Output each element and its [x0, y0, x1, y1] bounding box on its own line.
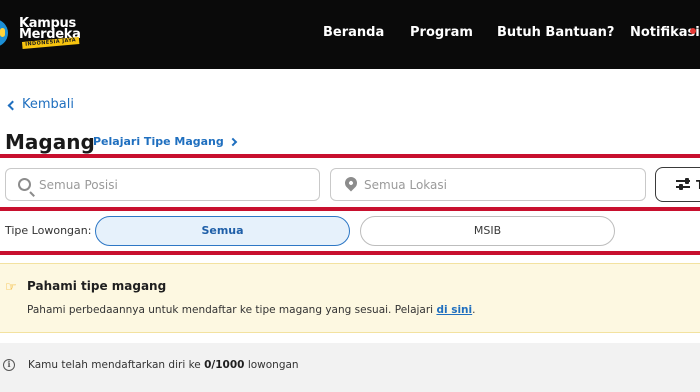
info-text: Pahami perbedaannya untuk mendaftar ke t… — [27, 304, 475, 317]
location-pin-icon — [342, 174, 360, 192]
pointing-hand-icon: ☞ — [5, 280, 17, 295]
info-title: Pahami tipe magang — [27, 279, 167, 293]
status-prefix: Kamu telah mendaftarkan diri ke — [28, 359, 201, 371]
info-circle-icon: i — [3, 359, 15, 371]
nav-item-program[interactable]: Program — [410, 25, 473, 41]
vacancy-type-label: Tipe Lowongan: — [5, 224, 92, 237]
position-search-field[interactable] — [5, 168, 320, 201]
info-learn-link[interactable]: di sini — [436, 304, 472, 316]
nav-item-beranda[interactable]: Beranda — [323, 25, 384, 41]
filter-button-label: T — [696, 178, 700, 192]
logo-icon[interactable] — [0, 19, 8, 47]
notification-dot-icon — [690, 28, 696, 34]
back-label: Kembali — [22, 97, 74, 112]
back-link[interactable]: Kembali — [7, 97, 74, 113]
position-search-input[interactable] — [39, 169, 319, 200]
highlight-line — [0, 207, 700, 211]
location-search-field[interactable] — [330, 168, 646, 201]
info-suffix: . — [472, 304, 476, 316]
learn-link-label: Pelajari Tipe Magang — [93, 135, 224, 148]
page: Kampus Merdeka INDONESIA JAYA Beranda Pr… — [0, 0, 700, 392]
filter-button[interactable]: T — [655, 167, 700, 202]
location-search-input[interactable] — [364, 169, 645, 200]
top-navbar: Kampus Merdeka INDONESIA JAYA Beranda Pr… — [0, 0, 700, 69]
status-count: 0/1000 — [204, 359, 245, 371]
status-suffix: lowongan — [247, 359, 299, 371]
highlight-line — [0, 154, 700, 158]
info-body: Pahami perbedaannya untuk mendaftar ke t… — [27, 304, 434, 316]
learn-internship-type-link[interactable]: Pelajari Tipe Magang — [93, 135, 237, 149]
page-title: Magang — [5, 130, 95, 154]
sliders-icon — [676, 178, 690, 190]
chevron-right-icon — [228, 137, 237, 147]
highlight-line — [0, 251, 700, 255]
type-option-semua[interactable]: Semua — [95, 216, 350, 246]
search-icon — [18, 178, 31, 191]
registration-status: Kamu telah mendaftarkan diri ke 0/1000 l… — [28, 359, 299, 372]
nav-item-butuh-bantuan[interactable]: Butuh Bantuan? — [497, 25, 614, 41]
chevron-left-icon — [7, 100, 18, 110]
nav-item-notifikasi[interactable]: Notifikasi — [630, 25, 700, 41]
type-option-msib[interactable]: MSIB — [360, 216, 615, 246]
info-card — [0, 263, 700, 333]
